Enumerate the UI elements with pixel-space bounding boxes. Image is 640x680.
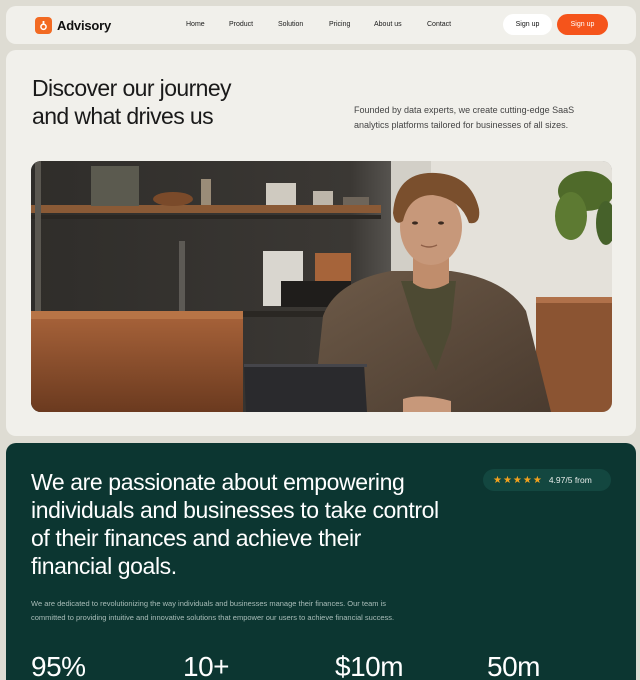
nav-product[interactable]: Product: [229, 21, 253, 28]
stat-value: $10m: [335, 651, 404, 680]
hero-photo: [31, 161, 612, 412]
signin-button[interactable]: Sign up: [503, 14, 552, 35]
hero-photo-illustration: [31, 161, 612, 412]
stat-value: 10+: [183, 651, 230, 680]
star-icon: ★★★★★: [493, 474, 543, 486]
signup-button[interactable]: Sign up: [557, 14, 608, 35]
mission-title: We are passionate about empowering indiv…: [31, 468, 471, 580]
nav-pricing[interactable]: Pricing: [329, 21, 350, 28]
hero-title-line: Discover our journey: [32, 75, 232, 101]
mission-title-line: financial goals.: [31, 553, 177, 579]
mission-body: We are dedicated to revolutionizing the …: [31, 597, 471, 625]
top-navbar: Advisory Home Product Solution Pricing A…: [6, 6, 636, 44]
nav-solution[interactable]: Solution: [278, 21, 303, 28]
brand[interactable]: Advisory: [35, 16, 112, 34]
hero-title-line: and what drives us: [32, 103, 214, 129]
hero-subtitle-line: Founded by data experts, we create cutti…: [354, 105, 575, 115]
mission-title-line: individuals and businesses to take contr…: [31, 497, 439, 523]
hero-subtitle: Founded by data experts, we create cutti…: [354, 103, 604, 133]
mission-body-line: We are dedicated to revolutionizing the …: [31, 599, 387, 608]
brand-name: Advisory: [57, 17, 112, 33]
mission-title-line: We are passionate about empowering: [31, 469, 405, 495]
nav-home[interactable]: Home: [186, 21, 205, 28]
mission-section: We are passionate about empowering indiv…: [6, 443, 636, 680]
stat-value: 95%: [31, 651, 86, 680]
hero-subtitle-line: analytics platforms tailored for busines…: [354, 120, 569, 130]
rating-badge: ★★★★★ 4.97/5 from: [483, 469, 611, 491]
rating-text: 4.97/5 from: [548, 475, 592, 485]
hero-section: Discover our journey and what drives us …: [6, 50, 636, 436]
logo-icon: [35, 16, 52, 34]
hero-title: Discover our journey and what drives us: [32, 74, 292, 130]
nav-contact[interactable]: Contact: [427, 21, 451, 28]
mission-body-line: committed to providing intuitive and inn…: [31, 613, 395, 622]
stat-value: 50m: [487, 651, 540, 680]
mission-title-line: of their finances and achieve their: [31, 525, 361, 551]
nav-about-us[interactable]: About us: [374, 21, 402, 28]
